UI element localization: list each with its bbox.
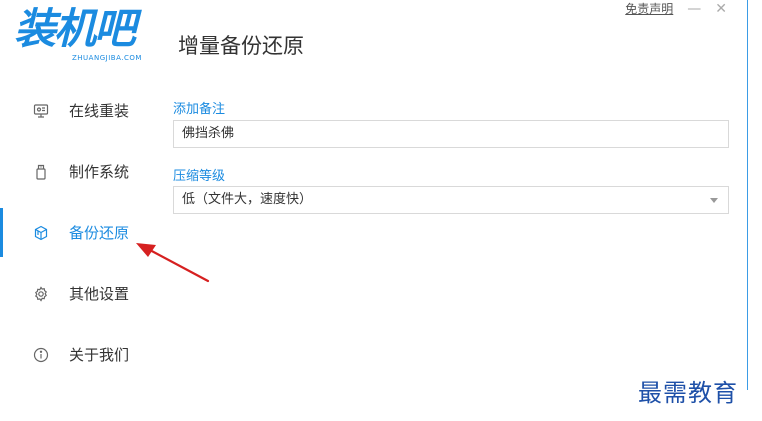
page-title: 增量备份还原 (178, 34, 304, 58)
note-label: 添加备注 (173, 102, 226, 117)
sidebar-item-about-us[interactable]: 关于我们 (0, 324, 150, 385)
sidebar-item-label: 备份还原 (69, 224, 130, 242)
note-input[interactable]: 佛挡杀佛 (173, 120, 729, 148)
disclaimer-link[interactable]: 免责声明 (625, 0, 673, 17)
monitor-icon (32, 102, 50, 120)
window-border (747, 0, 748, 390)
sidebar-item-backup-restore[interactable]: 备份还原 (0, 202, 150, 263)
compression-select[interactable]: 低（文件大，速度快） (173, 186, 729, 214)
sidebar-item-other-settings[interactable]: 其他设置 (0, 263, 150, 324)
usb-drive-icon (32, 163, 50, 181)
logo-subtext: ZHUANGJIBA.COM (72, 54, 142, 62)
minimize-button[interactable]: — (687, 2, 701, 16)
annotation-arrow-icon (136, 243, 210, 283)
watermark-text: 最需教育 (638, 379, 738, 407)
title-bar-controls: 免责声明 — ✕ (625, 0, 727, 17)
sidebar-item-label: 关于我们 (69, 346, 130, 364)
sidebar-item-label: 在线重装 (69, 102, 130, 120)
gear-icon (32, 285, 50, 303)
app-window: 装机吧 ZHUANGJIBA.COM 增量备份还原 免责声明 — ✕ 在线重装 … (0, 0, 747, 421)
logo-text: 装机吧 (14, 4, 136, 53)
note-input-value: 佛挡杀佛 (182, 126, 235, 141)
chevron-down-icon (710, 198, 718, 203)
sidebar-item-online-reinstall[interactable]: 在线重装 (0, 80, 150, 141)
sidebar-item-make-system[interactable]: 制作系统 (0, 141, 150, 202)
compression-select-value: 低（文件大，速度快） (182, 192, 313, 207)
sidebar-item-label: 制作系统 (69, 163, 130, 181)
sidebar-nav: 在线重装 制作系统 备份还原 其他设置 关于我们 (0, 80, 150, 385)
sidebar-item-label: 其他设置 (69, 285, 130, 303)
compression-label: 压缩等级 (173, 169, 226, 184)
close-button[interactable]: ✕ (715, 2, 727, 16)
brand-logo: 装机吧 ZHUANGJIBA.COM (14, 6, 154, 66)
cube-icon (32, 224, 50, 242)
info-icon (32, 346, 50, 364)
